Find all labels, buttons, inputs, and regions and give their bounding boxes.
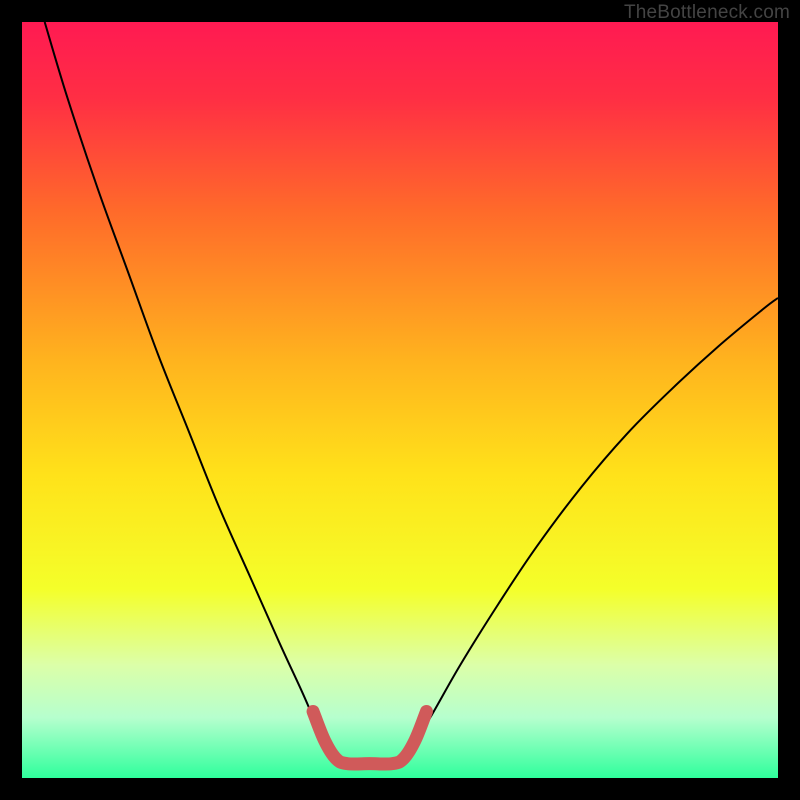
chart-background [22,22,778,778]
chart-svg [22,22,778,778]
chart-frame: TheBottleneck.com [0,0,800,800]
chart-plot-area [22,22,778,778]
watermark-label: TheBottleneck.com [624,2,790,24]
